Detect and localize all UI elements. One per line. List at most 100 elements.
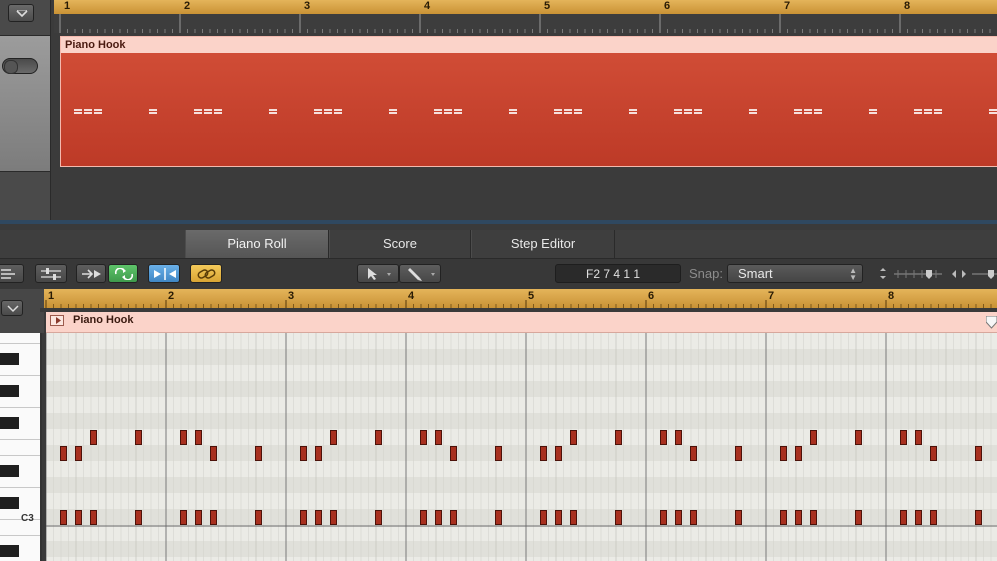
midi-note[interactable] xyxy=(420,510,427,525)
region-note-mark xyxy=(389,112,397,114)
tab-step-editor[interactable]: Step Editor xyxy=(471,230,615,258)
midi-note[interactable] xyxy=(135,510,142,525)
link-mode-button[interactable] xyxy=(108,264,138,283)
midi-note[interactable] xyxy=(735,446,742,461)
midi-note[interactable] xyxy=(915,510,922,525)
midi-note[interactable] xyxy=(180,430,187,445)
midi-note[interactable] xyxy=(930,510,937,525)
midi-note[interactable] xyxy=(375,510,382,525)
midi-note[interactable] xyxy=(435,430,442,445)
black-key[interactable] xyxy=(0,497,19,509)
white-key-divider xyxy=(0,343,40,344)
track-menu-button[interactable] xyxy=(8,4,34,22)
zoom-fit-button[interactable] xyxy=(148,264,180,283)
midi-note[interactable] xyxy=(300,446,307,461)
midi-note[interactable] xyxy=(615,510,622,525)
midi-note[interactable] xyxy=(495,446,502,461)
midi-note[interactable] xyxy=(975,446,982,461)
track-header[interactable] xyxy=(0,35,50,172)
midi-note[interactable] xyxy=(975,510,982,525)
horizontal-zoom-slider[interactable] xyxy=(950,264,997,283)
tracks-ruler[interactable]: 1 2 3 4 5 6 7 8 xyxy=(54,0,997,33)
midi-note[interactable] xyxy=(75,446,82,461)
midi-note[interactable] xyxy=(615,430,622,445)
track-on-off-toggle[interactable] xyxy=(2,58,38,74)
midi-note[interactable] xyxy=(300,510,307,525)
midi-note[interactable] xyxy=(315,510,322,525)
midi-note[interactable] xyxy=(420,430,427,445)
midi-note[interactable] xyxy=(255,446,262,461)
region-play-button[interactable] xyxy=(50,315,64,326)
midi-note[interactable] xyxy=(660,430,667,445)
piano-keyboard[interactable] xyxy=(0,333,42,561)
white-key-divider xyxy=(0,455,40,456)
midi-note[interactable] xyxy=(180,510,187,525)
piano-roll-menu-button[interactable] xyxy=(1,300,23,316)
black-key[interactable] xyxy=(0,465,19,477)
midi-note[interactable] xyxy=(540,510,547,525)
region-note-mark xyxy=(674,109,682,111)
midi-note[interactable] xyxy=(375,430,382,445)
midi-note[interactable] xyxy=(855,510,862,525)
tab-score[interactable]: Score xyxy=(329,230,471,258)
midi-note[interactable] xyxy=(555,510,562,525)
midi-note[interactable] xyxy=(75,510,82,525)
midi-note[interactable] xyxy=(90,430,97,445)
position-display[interactable]: F2 7 4 1 1 xyxy=(555,264,681,283)
snap-select[interactable]: Smart ▲ ▼ xyxy=(727,264,863,283)
midi-note[interactable] xyxy=(135,430,142,445)
midi-note[interactable] xyxy=(780,510,787,525)
midi-note[interactable] xyxy=(60,446,67,461)
midi-note[interactable] xyxy=(930,446,937,461)
pencil-tool-menu[interactable] xyxy=(399,264,441,283)
midi-in-button[interactable] xyxy=(35,264,67,283)
note-grid[interactable] xyxy=(46,333,997,561)
tab-piano-roll[interactable]: Piano Roll xyxy=(185,230,329,258)
midi-note[interactable] xyxy=(330,430,337,445)
midi-note[interactable] xyxy=(450,510,457,525)
midi-note[interactable] xyxy=(900,430,907,445)
link-button[interactable] xyxy=(190,264,222,283)
midi-note[interactable] xyxy=(315,446,322,461)
midi-note[interactable] xyxy=(780,446,787,461)
midi-note[interactable] xyxy=(810,430,817,445)
black-key[interactable] xyxy=(0,385,19,397)
midi-note[interactable] xyxy=(435,510,442,525)
midi-note[interactable] xyxy=(195,510,202,525)
midi-note[interactable] xyxy=(255,510,262,525)
midi-note[interactable] xyxy=(795,510,802,525)
midi-note[interactable] xyxy=(60,510,67,525)
midi-note[interactable] xyxy=(570,510,577,525)
black-key[interactable] xyxy=(0,417,19,429)
midi-note[interactable] xyxy=(555,446,562,461)
midi-note[interactable] xyxy=(195,430,202,445)
vertical-zoom-slider[interactable] xyxy=(876,264,946,283)
catch-button[interactable] xyxy=(76,264,106,283)
midi-note[interactable] xyxy=(330,510,337,525)
view-menu-button[interactable] xyxy=(0,264,24,283)
midi-note[interactable] xyxy=(495,510,502,525)
midi-note[interactable] xyxy=(210,510,217,525)
midi-note[interactable] xyxy=(570,430,577,445)
midi-note[interactable] xyxy=(735,510,742,525)
midi-note[interactable] xyxy=(900,510,907,525)
midi-note[interactable] xyxy=(855,430,862,445)
midi-note[interactable] xyxy=(540,446,547,461)
midi-note[interactable] xyxy=(210,446,217,461)
midi-note[interactable] xyxy=(690,510,697,525)
midi-note[interactable] xyxy=(675,510,682,525)
midi-note[interactable] xyxy=(450,446,457,461)
midi-note[interactable] xyxy=(690,446,697,461)
midi-note[interactable] xyxy=(795,446,802,461)
midi-region[interactable]: Piano Hook xyxy=(60,36,997,167)
pointer-tool-menu[interactable] xyxy=(357,264,399,283)
midi-note[interactable] xyxy=(90,510,97,525)
black-key[interactable] xyxy=(0,545,19,557)
midi-note[interactable] xyxy=(675,430,682,445)
midi-note[interactable] xyxy=(660,510,667,525)
black-key[interactable] xyxy=(0,353,19,365)
midi-note[interactable] xyxy=(810,510,817,525)
region-header[interactable] xyxy=(46,312,997,333)
region-note-mark xyxy=(194,112,202,114)
midi-note[interactable] xyxy=(915,430,922,445)
